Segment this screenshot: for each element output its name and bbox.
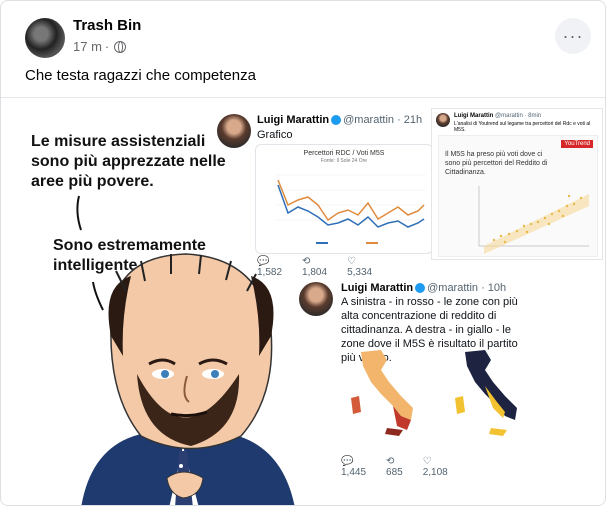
post-meta: 17 m ·	[73, 39, 127, 54]
speech-tail-1	[76, 195, 82, 231]
more-options-button[interactable]: ···	[555, 18, 591, 54]
tweet-2-text: L'analisi di Youtrend sul legame tra per…	[454, 121, 591, 133]
reply-count[interactable]: 💬 1,445	[341, 456, 366, 478]
post-image[interactable]: Le misure assistenziali sono più apprezz…	[1, 97, 605, 505]
post-time[interactable]: 17 m	[73, 39, 102, 54]
retweet-count[interactable]: ⟲ 1,804	[302, 256, 327, 278]
tweet-2-avatar	[436, 113, 450, 127]
globe-icon	[114, 40, 127, 53]
post-caption: Che testa ragazzi che competenza	[25, 67, 256, 84]
tweet-3-actions: 💬 1,445 ⟲ 685 ♡ 2,108	[341, 456, 448, 478]
chart-series-m5s	[277, 179, 425, 222]
retweet-count[interactable]: ⟲ 685	[386, 456, 403, 478]
like-count[interactable]: ♡ 5,334	[347, 256, 372, 278]
tweet-2-card: YouTrend Il M5S ha preso più voti dove c…	[438, 135, 598, 257]
tweet-3-name: Luigi Marattin @marattin · 10h	[341, 282, 507, 294]
tweet-1-name: Luigi Marattin @marattin · 21h	[257, 114, 423, 126]
tweet-3-avatar	[299, 282, 333, 316]
cartoon-man-illustration	[81, 253, 295, 505]
facebook-post: Trash Bin 17 m · ··· Che testa ragazzi c…	[0, 0, 606, 506]
meta-separator: ·	[104, 39, 110, 54]
tweet-1-avatar	[217, 114, 251, 148]
tweet-2-name: Luigi Marattin @marattin · 8min	[454, 113, 542, 119]
tweet-1-actions: 💬 1,582 ⟲ 1,804 ♡ 5,334	[257, 256, 372, 278]
verified-icon	[331, 115, 342, 126]
tweet-2[interactable]: Luigi Marattin @marattin · 8min L'analis…	[431, 108, 603, 260]
author-avatar[interactable]	[25, 18, 65, 58]
speech-text-1: Le misure assistenziali sono più apprezz…	[31, 133, 226, 190]
verified-icon	[415, 283, 426, 294]
chart-series-rdc	[277, 184, 425, 228]
author-name[interactable]: Trash Bin	[73, 17, 141, 34]
map-m5s-yellow	[455, 350, 517, 436]
tweet-1-line-chart: Percettori RDC / Voti M5S Fonte: Il Sole…	[255, 144, 433, 254]
reply-count[interactable]: 💬 1,582	[257, 256, 282, 278]
like-count[interactable]: ♡ 2,108	[423, 456, 448, 478]
map-rdc-red	[351, 350, 413, 436]
